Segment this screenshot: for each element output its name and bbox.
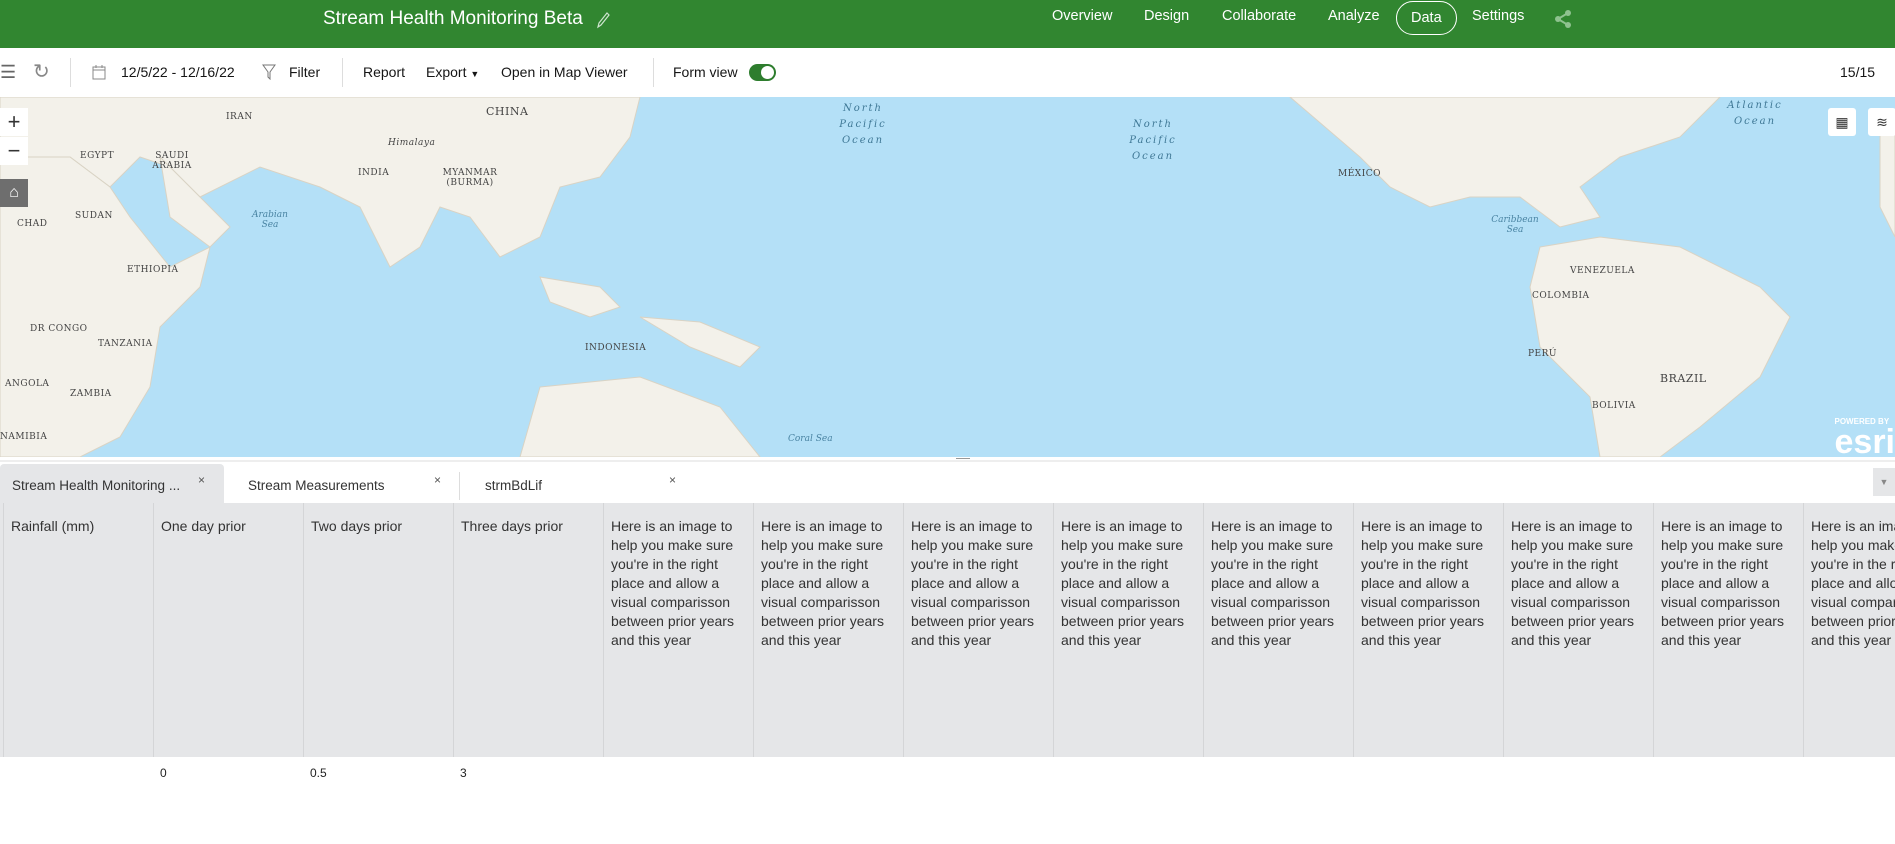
sea-label: Coral Sea <box>788 434 833 444</box>
divider <box>70 58 71 87</box>
export-label: Export <box>426 64 467 80</box>
map-label: Himalaya <box>388 138 436 148</box>
column-header[interactable]: Here is an image to help you make sure y… <box>1353 503 1503 757</box>
map-label: SUDAN <box>75 211 113 221</box>
column-header[interactable]: Three days prior <box>453 503 603 757</box>
report-button[interactable]: Report <box>363 64 405 80</box>
map-label: MYANMAR (BURMA) <box>442 168 498 188</box>
nav-overview[interactable]: Overview <box>1052 8 1112 24</box>
map-label: ANGOLA <box>5 379 50 389</box>
map-view[interactable]: IRAN CHINA EGYPT SAUDI ARABIA Himalaya I… <box>0 97 1895 457</box>
map-label: VENEZUELA <box>1570 266 1635 276</box>
column-header[interactable]: Here is an image to help you make sure y… <box>903 503 1053 757</box>
map-label: BOLIVIA <box>1592 401 1636 411</box>
column-header[interactable]: Here is an image to help you make sure y… <box>1203 503 1353 757</box>
close-icon[interactable]: × <box>198 473 205 487</box>
column-header[interactable]: Here is an image to help you make sure y… <box>1503 503 1653 757</box>
tabs-dropdown-button[interactable]: ▼ <box>1873 468 1895 496</box>
nav-settings[interactable]: Settings <box>1472 8 1524 24</box>
table-tabs: Stream Health Monitoring ... × Stream Mea… <box>0 460 1895 505</box>
map-label: COLOMBIA <box>1532 291 1590 301</box>
basemap-gallery-icon[interactable]: ▦ <box>1828 108 1856 136</box>
close-icon[interactable]: × <box>669 473 676 487</box>
map-label: CHINA <box>486 105 529 118</box>
toolbar: ☰ ↻ 12/5/22 - 12/16/22 Filter Report Exp… <box>0 48 1895 97</box>
divider <box>459 472 460 500</box>
column-header[interactable]: Here is an image to help you make sure y… <box>1053 503 1203 757</box>
form-view-label: Form view <box>673 64 738 80</box>
edit-pencil-icon[interactable] <box>595 10 611 30</box>
tab-stream-measurements[interactable]: Stream Measurements × <box>236 464 456 505</box>
column-header[interactable]: One day prior <box>153 503 303 757</box>
tab-stream-health[interactable]: Stream Health Monitoring ... × <box>0 464 224 505</box>
ocean-label: Atlantic Ocean <box>1727 100 1783 127</box>
nav-analyze[interactable]: Analyze <box>1328 8 1380 24</box>
table-cell[interactable]: 0.5 <box>310 766 327 780</box>
open-map-viewer-button[interactable]: Open in Map Viewer <box>501 64 628 80</box>
column-header[interactable]: Rainfall (mm) <box>3 503 153 757</box>
record-count: 15/15 <box>1840 64 1876 80</box>
divider <box>653 58 654 87</box>
table-cell[interactable]: 0 <box>160 766 167 780</box>
map-label: INDIA <box>358 168 390 178</box>
tab-label: strmBdLif <box>485 478 543 493</box>
map-label: NAMIBIA <box>0 432 48 442</box>
map-label: PERÚ <box>1528 349 1557 359</box>
sea-label: Arabian Sea <box>252 210 288 230</box>
zoom-out-button[interactable]: − <box>0 137 28 165</box>
map-label: IRAN <box>226 112 253 122</box>
map-label: SAUDI ARABIA <box>152 151 192 171</box>
share-icon[interactable] <box>1554 9 1572 29</box>
map-label: INDONESIA <box>585 343 647 353</box>
column-header[interactable]: Here is an image to help you make sure y… <box>1803 503 1895 757</box>
column-header[interactable]: Here is an image to help you make sure y… <box>603 503 753 757</box>
menu-icon[interactable]: ☰ <box>0 62 16 83</box>
layers-icon[interactable]: ≋ <box>1868 108 1895 136</box>
esri-wordmark: esri <box>1834 423 1895 457</box>
nav-design[interactable]: Design <box>1144 8 1189 24</box>
date-range[interactable]: 12/5/22 - 12/16/22 <box>121 64 235 80</box>
map-label: MÉXICO <box>1338 169 1382 179</box>
app-header: Stream Health Monitoring Beta Overview D… <box>0 0 1895 48</box>
calendar-icon <box>92 65 106 80</box>
table-cell[interactable]: 3 <box>460 766 467 780</box>
zoom-in-button[interactable]: + <box>0 108 28 136</box>
ocean-label: North Pacific Ocean <box>839 103 887 146</box>
nav-data[interactable]: Data <box>1396 1 1457 35</box>
tab-label: Stream Measurements <box>248 478 385 493</box>
map-label: DR CONGO <box>30 324 88 334</box>
filter-button[interactable]: Filter <box>289 64 320 80</box>
divider <box>342 58 343 87</box>
tab-strmbdlif[interactable]: strmBdLif × <box>473 464 693 505</box>
map-label: ETHIOPIA <box>127 265 179 275</box>
nav-collaborate[interactable]: Collaborate <box>1222 8 1296 24</box>
map-label: ZAMBIA <box>70 389 112 399</box>
column-header[interactable]: Here is an image to help you make sure y… <box>1653 503 1803 757</box>
tab-label: Stream Health Monitoring ... <box>12 478 181 493</box>
refresh-icon[interactable]: ↻ <box>33 59 50 84</box>
form-view-toggle[interactable] <box>749 64 776 81</box>
column-header[interactable]: Here is an image to help you make sure y… <box>753 503 903 757</box>
export-button[interactable]: Export ▼ <box>426 64 479 80</box>
table-header: Rainfall (mm) One day prior Two days prior… <box>0 503 1895 757</box>
esri-logo: POWERED BY esri <box>1835 417 1895 457</box>
map-label: EGYPT <box>80 151 115 161</box>
home-button[interactable]: ⌂ <box>0 179 28 207</box>
caret-down-icon: ▼ <box>470 69 480 79</box>
map-label: BRAZIL <box>1660 372 1707 385</box>
ocean-label: North Pacific Ocean <box>1129 119 1177 162</box>
column-header[interactable]: Two days prior <box>303 503 453 757</box>
close-icon[interactable]: × <box>434 473 441 487</box>
map-label: TANZANIA <box>98 339 153 349</box>
survey-title: Stream Health Monitoring Beta <box>323 8 583 29</box>
sea-label: Caribbean Sea <box>1491 215 1539 235</box>
filter-icon[interactable] <box>262 64 276 80</box>
map-label: CHAD <box>17 219 48 229</box>
